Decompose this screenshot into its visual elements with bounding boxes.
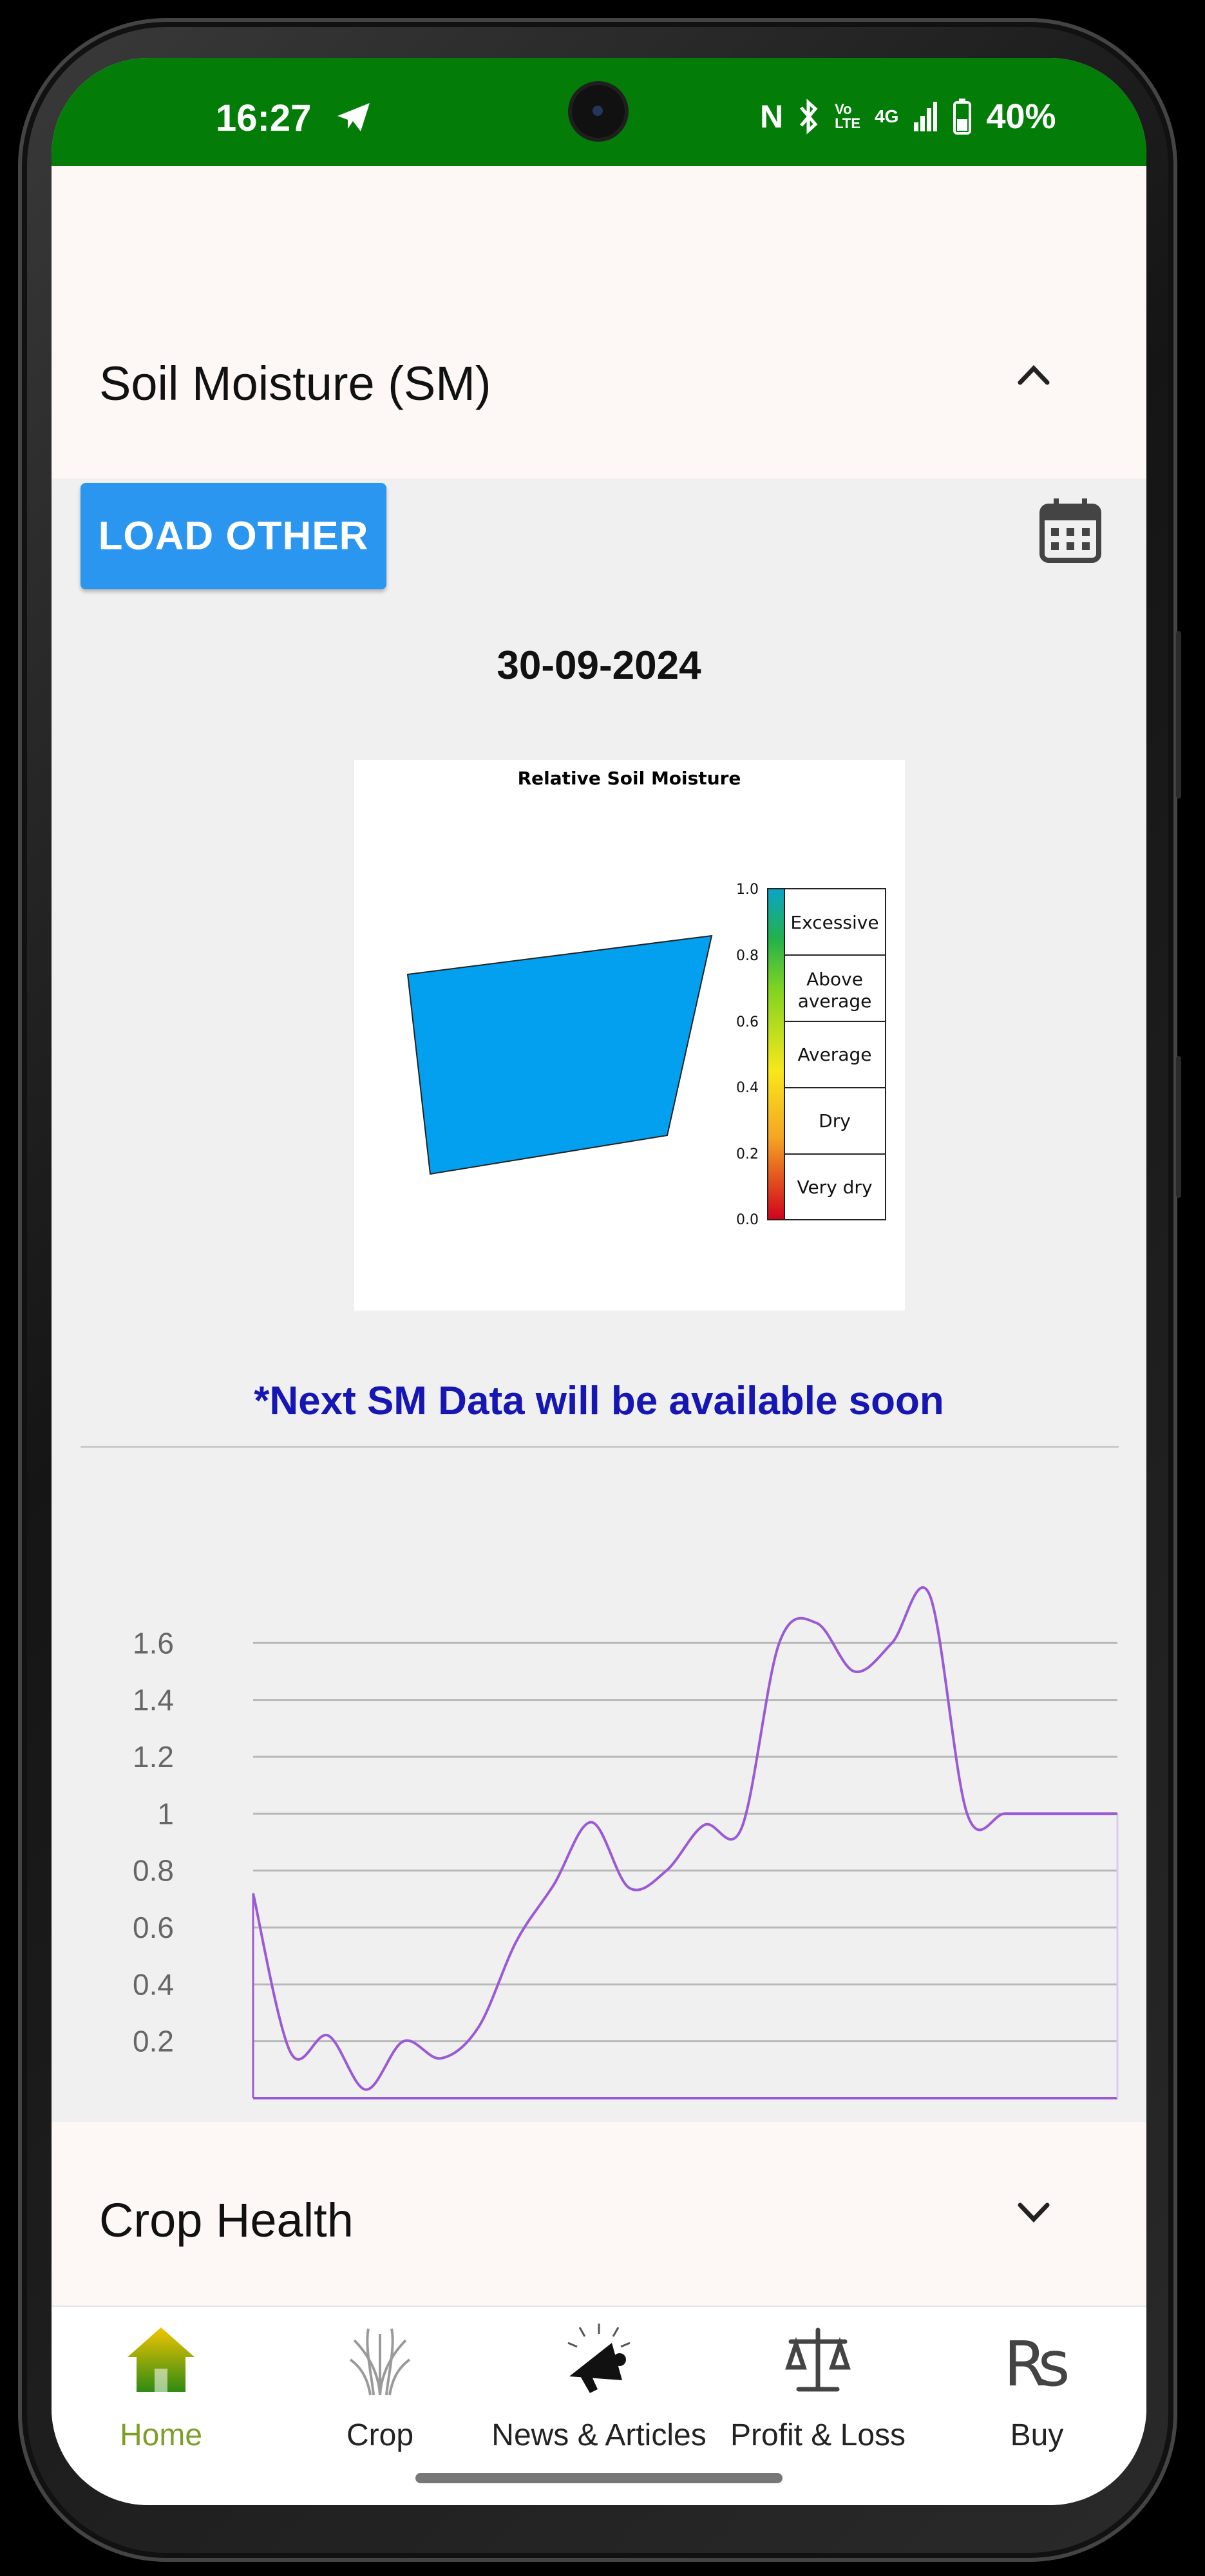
- volte-label: Vo LTE: [835, 101, 861, 131]
- y-tick-label: 1.4: [133, 1683, 174, 1717]
- nav-profit-loss[interactable]: Profit & Loss: [708, 2307, 927, 2474]
- network-label: 4G: [875, 106, 899, 126]
- colorbar-tick: 0.6: [736, 1014, 759, 1030]
- nav-label: News & Articles: [491, 2418, 707, 2452]
- calendar-icon[interactable]: [1038, 497, 1103, 564]
- colorbar-tick: 0.2: [736, 1146, 759, 1162]
- sm-date: 30-09-2024: [497, 643, 701, 688]
- soil-moisture-map: Relative Soil Moisture 1.0 0.8 0.6 0.4 0…: [354, 760, 905, 1311]
- rupee-icon: ₨: [1003, 2328, 1070, 2398]
- battery-percent: 40%: [986, 97, 1056, 136]
- class-average: Average: [798, 1044, 872, 1065]
- section-title: Crop Health: [99, 2193, 354, 2247]
- chevron-up-icon[interactable]: [1011, 353, 1056, 398]
- class-dry: Dry: [819, 1110, 851, 1132]
- status-bar: 16:27 N Vo LTE 4G 40%: [52, 58, 1146, 166]
- scale-icon: [785, 2327, 851, 2392]
- home-icon: [128, 2327, 195, 2392]
- class-very-dry: Very dry: [797, 1177, 872, 1198]
- class-above-average: Above average: [798, 969, 872, 1012]
- colorbar-tick: 0.8: [736, 948, 759, 964]
- y-tick-label: 0.8: [133, 1854, 174, 1888]
- y-tick-label: 1.2: [133, 1740, 174, 1774]
- divider: [81, 1446, 1119, 1448]
- nav-crop[interactable]: Crop: [270, 2307, 489, 2474]
- soil-moisture-header[interactable]: Soil Moisture (SM): [52, 166, 1146, 478]
- colorbar: [767, 888, 785, 1220]
- svg-text:₨: ₨: [1003, 2328, 1070, 2398]
- nav-label: Profit & Loss: [730, 2418, 906, 2452]
- colorbar-tick: 0.0: [736, 1212, 759, 1228]
- soil-moisture-line-chart: 0.2 0.4 0.6 0.8 1 1.2 1.4 1.6: [133, 1586, 1119, 2099]
- field-polygon: [406, 934, 713, 1175]
- status-icons: N Vo LTE 4G 40%: [760, 97, 1056, 137]
- signal-icon: [914, 102, 938, 131]
- map-title: Relative Soil Moisture: [518, 768, 741, 789]
- front-camera: [572, 85, 625, 138]
- nav-label: Buy: [1010, 2418, 1064, 2452]
- y-tick-label: 0.4: [133, 1967, 174, 2001]
- y-tick-label: 0.2: [133, 2025, 174, 2058]
- home-indicator[interactable]: [415, 2473, 783, 2483]
- nav-label: Crop: [346, 2418, 414, 2452]
- series-line: [252, 1586, 1117, 2091]
- power-button: [1176, 631, 1181, 799]
- load-other-button[interactable]: LOAD OTHER: [81, 483, 386, 589]
- app-screen: 16:27 N Vo LTE 4G 40% Soil Moisture (SM)…: [52, 58, 1146, 2505]
- nav-label: Home: [119, 2418, 203, 2452]
- chevron-down-icon[interactable]: [1011, 2190, 1056, 2235]
- battery-icon: [953, 99, 972, 135]
- megaphone-icon: [567, 2324, 631, 2393]
- telegram-icon: [337, 103, 370, 131]
- bluetooth-icon: [800, 99, 818, 135]
- nav-buy[interactable]: ₨ Buy: [927, 2307, 1146, 2474]
- status-time: 16:27: [216, 97, 312, 139]
- volume-button: [1176, 1056, 1181, 1198]
- y-tick-label: 1: [157, 1797, 174, 1830]
- colorbar-tick: 1.0: [736, 882, 759, 898]
- y-tick-label: 1.6: [133, 1626, 174, 1660]
- section-title: Soil Moisture (SM): [99, 357, 491, 410]
- nav-home[interactable]: Home: [52, 2307, 270, 2474]
- nfc-icon: N: [760, 99, 784, 135]
- crop-health-header[interactable]: Crop Health: [52, 2122, 1146, 2309]
- next-data-note: *Next SM Data will be available soon: [254, 1379, 944, 1423]
- colorbar-tick: 0.4: [736, 1080, 759, 1096]
- y-tick-label: 0.6: [133, 1911, 174, 1944]
- crop-icon: [349, 2328, 411, 2396]
- nav-news-articles[interactable]: News & Articles: [489, 2307, 708, 2474]
- class-excessive: Excessive: [790, 912, 878, 933]
